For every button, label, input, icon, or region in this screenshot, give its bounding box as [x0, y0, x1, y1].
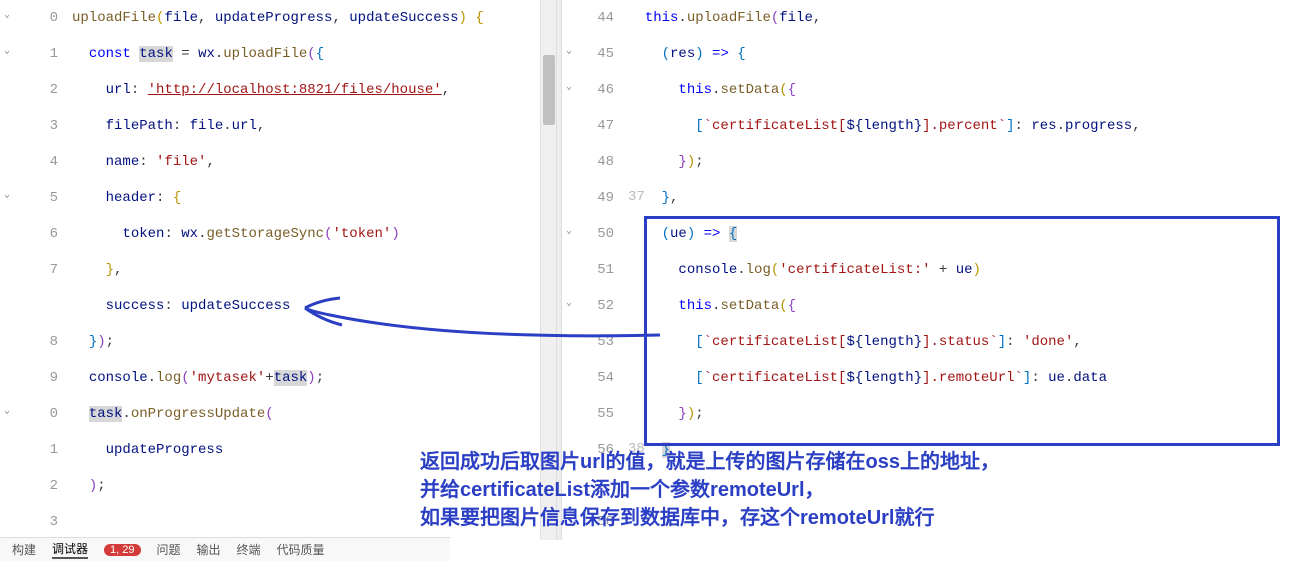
chevron-down-icon[interactable]: ⌄	[4, 189, 10, 201]
code-line[interactable]: this.setData({	[624, 288, 1290, 324]
line-number: 51	[588, 252, 614, 288]
code-line[interactable]: });	[624, 144, 1290, 180]
line-number	[20, 288, 58, 324]
code-line[interactable]: url: 'http://localhost:8821/files/house'…	[68, 72, 540, 108]
chevron-down-icon[interactable]: ⌄	[4, 405, 10, 417]
code-line[interactable]: (ue) => {	[624, 216, 1290, 252]
line-number: 2	[20, 468, 58, 504]
code-line[interactable]: console.log('mytasek'+task);	[68, 360, 540, 396]
code-line[interactable]: });	[624, 396, 1290, 432]
line-number: 3	[20, 504, 58, 540]
line-number: 5	[20, 180, 58, 216]
chevron-down-icon[interactable]: ⌄	[566, 225, 572, 237]
annotation-line: 如果要把图片信息保存到数据库中，存这个remoteUrl就行	[420, 504, 1000, 532]
line-number: 52	[588, 288, 614, 324]
code-line[interactable]: [`certificateList[${length}].remoteUrl`]…	[624, 360, 1290, 396]
error-badge[interactable]: 1, 29	[104, 544, 140, 556]
code-line[interactable]: header: {	[68, 180, 540, 216]
line-number: 0	[20, 396, 58, 432]
annotation-line: 并给certificateList添加一个参数remoteUrl，	[420, 476, 1000, 504]
code-line[interactable]: name: 'file',	[68, 144, 540, 180]
line-number: 1	[20, 36, 58, 72]
line-number: 53	[588, 324, 614, 360]
code-line[interactable]: const task = wx.uploadFile({	[68, 36, 540, 72]
tab-terminal[interactable]: 终端	[237, 541, 261, 558]
line-number: 55	[588, 396, 614, 432]
line-number: 45	[588, 36, 614, 72]
line-number: 6	[20, 216, 58, 252]
bottom-tab-bar: 构建 调试器 1, 29 问题 输出 终端 代码质量	[0, 537, 450, 561]
line-number: 3	[20, 108, 58, 144]
line-number: 54	[588, 360, 614, 396]
line-number: 49	[588, 180, 614, 216]
code-line[interactable]: },	[68, 252, 540, 288]
line-number: 0	[20, 0, 58, 36]
chevron-down-icon[interactable]: ⌄	[566, 45, 572, 57]
line-number: 2	[20, 72, 58, 108]
code-line[interactable]: token: wx.getStorageSync('token')	[68, 216, 540, 252]
code-line[interactable]: filePath: file.url,	[68, 108, 540, 144]
code-line[interactable]: uploadFile(file, updateProgress, updateS…	[68, 0, 540, 36]
line-number: 46	[588, 72, 614, 108]
left-fold-gutter[interactable]: ⌄ ⌄ ⌄ ⌄	[0, 0, 20, 540]
code-line[interactable]: success: updateSuccess	[68, 288, 540, 324]
line-number: 4	[20, 144, 58, 180]
faded-linenum: 37	[628, 189, 645, 205]
line-number: 47	[588, 108, 614, 144]
code-line[interactable]: (res) => {	[624, 36, 1290, 72]
chevron-down-icon[interactable]: ⌄	[4, 9, 10, 21]
code-line[interactable]: });	[68, 324, 540, 360]
code-line[interactable]: task.onProgressUpdate(	[68, 396, 540, 432]
code-line[interactable]: [`certificateList[${length}].status`]: '…	[624, 324, 1290, 360]
tab-output[interactable]: 输出	[197, 541, 221, 558]
line-number: 1	[20, 432, 58, 468]
code-line[interactable]: [`certificateList[${length}].percent`]: …	[624, 108, 1290, 144]
tab-build[interactable]: 构建	[12, 541, 36, 558]
left-line-numbers: 0 1 2 3 4 5 6 7 8 9 0 1 2 3	[20, 0, 68, 540]
tab-debugger[interactable]: 调试器	[52, 540, 88, 559]
tab-code-quality[interactable]: 代码质量	[277, 541, 325, 558]
line-number: 48	[588, 144, 614, 180]
tab-problems[interactable]: 问题	[157, 541, 181, 558]
annotation-text: 返回成功后取图片url的值，就是上传的图片存储在oss上的地址， 并给certi…	[420, 448, 1000, 532]
line-number: 44	[588, 0, 614, 36]
code-line[interactable]: },	[624, 180, 1290, 216]
code-line[interactable]: console.log('certificateList:' + ue)	[624, 252, 1290, 288]
code-line[interactable]: this.uploadFile(file,	[624, 0, 1290, 36]
chevron-down-icon[interactable]: ⌄	[566, 297, 572, 309]
line-number: 7	[20, 252, 58, 288]
annotation-line: 返回成功后取图片url的值，就是上传的图片存储在oss上的地址，	[420, 448, 1000, 476]
chevron-down-icon[interactable]: ⌄	[566, 81, 572, 93]
line-number: 9	[20, 360, 58, 396]
line-number: 50	[588, 216, 614, 252]
code-line[interactable]: this.setData({	[624, 72, 1290, 108]
chevron-down-icon[interactable]: ⌄	[4, 45, 10, 57]
scrollbar-thumb[interactable]	[543, 55, 555, 125]
line-number: 8	[20, 324, 58, 360]
